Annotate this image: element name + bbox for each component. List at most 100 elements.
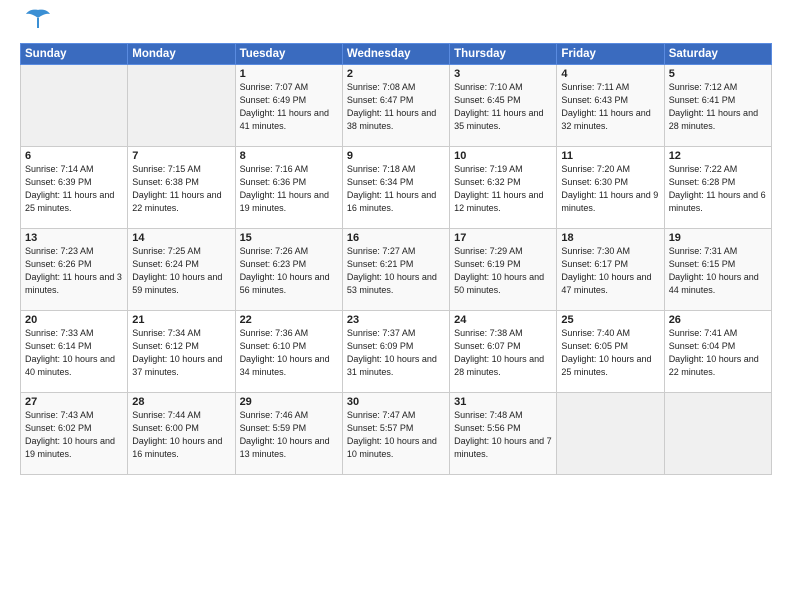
day-info: Sunrise: 7:36 AM Sunset: 6:10 PM Dayligh…	[240, 327, 338, 379]
day-info: Sunrise: 7:10 AM Sunset: 6:45 PM Dayligh…	[454, 81, 552, 133]
header	[20, 16, 772, 35]
calendar-cell: 31Sunrise: 7:48 AM Sunset: 5:56 PM Dayli…	[450, 393, 557, 475]
logo-bird-icon	[24, 8, 52, 35]
week-row-1: 1Sunrise: 7:07 AM Sunset: 6:49 PM Daylig…	[21, 65, 772, 147]
calendar-cell: 3Sunrise: 7:10 AM Sunset: 6:45 PM Daylig…	[450, 65, 557, 147]
page: SundayMondayTuesdayWednesdayThursdayFrid…	[0, 0, 792, 612]
calendar-cell: 25Sunrise: 7:40 AM Sunset: 6:05 PM Dayli…	[557, 311, 664, 393]
calendar-cell: 16Sunrise: 7:27 AM Sunset: 6:21 PM Dayli…	[342, 229, 449, 311]
day-number: 24	[454, 314, 552, 326]
weekday-header-row: SundayMondayTuesdayWednesdayThursdayFrid…	[21, 44, 772, 65]
day-number: 22	[240, 314, 338, 326]
calendar-cell: 8Sunrise: 7:16 AM Sunset: 6:36 PM Daylig…	[235, 147, 342, 229]
day-info: Sunrise: 7:38 AM Sunset: 6:07 PM Dayligh…	[454, 327, 552, 379]
day-number: 27	[25, 396, 123, 408]
day-number: 8	[240, 150, 338, 162]
day-info: Sunrise: 7:12 AM Sunset: 6:41 PM Dayligh…	[669, 81, 767, 133]
day-info: Sunrise: 7:40 AM Sunset: 6:05 PM Dayligh…	[561, 327, 659, 379]
day-info: Sunrise: 7:22 AM Sunset: 6:28 PM Dayligh…	[669, 163, 767, 215]
week-row-2: 6Sunrise: 7:14 AM Sunset: 6:39 PM Daylig…	[21, 147, 772, 229]
day-info: Sunrise: 7:16 AM Sunset: 6:36 PM Dayligh…	[240, 163, 338, 215]
weekday-header-sunday: Sunday	[21, 44, 128, 65]
calendar-cell: 30Sunrise: 7:47 AM Sunset: 5:57 PM Dayli…	[342, 393, 449, 475]
calendar-cell: 10Sunrise: 7:19 AM Sunset: 6:32 PM Dayli…	[450, 147, 557, 229]
calendar-cell: 17Sunrise: 7:29 AM Sunset: 6:19 PM Dayli…	[450, 229, 557, 311]
day-info: Sunrise: 7:23 AM Sunset: 6:26 PM Dayligh…	[25, 245, 123, 297]
calendar-cell: 7Sunrise: 7:15 AM Sunset: 6:38 PM Daylig…	[128, 147, 235, 229]
day-number: 23	[347, 314, 445, 326]
calendar-cell: 18Sunrise: 7:30 AM Sunset: 6:17 PM Dayli…	[557, 229, 664, 311]
day-number: 28	[132, 396, 230, 408]
day-number: 1	[240, 68, 338, 80]
weekday-header-tuesday: Tuesday	[235, 44, 342, 65]
logo	[20, 16, 52, 35]
day-number: 21	[132, 314, 230, 326]
day-info: Sunrise: 7:25 AM Sunset: 6:24 PM Dayligh…	[132, 245, 230, 297]
day-number: 13	[25, 232, 123, 244]
calendar-cell: 2Sunrise: 7:08 AM Sunset: 6:47 PM Daylig…	[342, 65, 449, 147]
calendar-cell: 13Sunrise: 7:23 AM Sunset: 6:26 PM Dayli…	[21, 229, 128, 311]
calendar-cell: 19Sunrise: 7:31 AM Sunset: 6:15 PM Dayli…	[664, 229, 771, 311]
calendar-cell: 22Sunrise: 7:36 AM Sunset: 6:10 PM Dayli…	[235, 311, 342, 393]
day-info: Sunrise: 7:44 AM Sunset: 6:00 PM Dayligh…	[132, 409, 230, 461]
weekday-header-monday: Monday	[128, 44, 235, 65]
calendar-cell: 28Sunrise: 7:44 AM Sunset: 6:00 PM Dayli…	[128, 393, 235, 475]
day-info: Sunrise: 7:47 AM Sunset: 5:57 PM Dayligh…	[347, 409, 445, 461]
day-info: Sunrise: 7:07 AM Sunset: 6:49 PM Dayligh…	[240, 81, 338, 133]
day-info: Sunrise: 7:15 AM Sunset: 6:38 PM Dayligh…	[132, 163, 230, 215]
day-number: 3	[454, 68, 552, 80]
weekday-header-wednesday: Wednesday	[342, 44, 449, 65]
day-info: Sunrise: 7:11 AM Sunset: 6:43 PM Dayligh…	[561, 81, 659, 133]
day-info: Sunrise: 7:08 AM Sunset: 6:47 PM Dayligh…	[347, 81, 445, 133]
day-info: Sunrise: 7:43 AM Sunset: 6:02 PM Dayligh…	[25, 409, 123, 461]
calendar-cell: 6Sunrise: 7:14 AM Sunset: 6:39 PM Daylig…	[21, 147, 128, 229]
week-row-4: 20Sunrise: 7:33 AM Sunset: 6:14 PM Dayli…	[21, 311, 772, 393]
calendar-cell	[21, 65, 128, 147]
weekday-header-thursday: Thursday	[450, 44, 557, 65]
day-info: Sunrise: 7:18 AM Sunset: 6:34 PM Dayligh…	[347, 163, 445, 215]
day-number: 26	[669, 314, 767, 326]
day-info: Sunrise: 7:19 AM Sunset: 6:32 PM Dayligh…	[454, 163, 552, 215]
day-info: Sunrise: 7:31 AM Sunset: 6:15 PM Dayligh…	[669, 245, 767, 297]
calendar-cell: 4Sunrise: 7:11 AM Sunset: 6:43 PM Daylig…	[557, 65, 664, 147]
day-number: 20	[25, 314, 123, 326]
calendar-cell: 20Sunrise: 7:33 AM Sunset: 6:14 PM Dayli…	[21, 311, 128, 393]
calendar-cell: 12Sunrise: 7:22 AM Sunset: 6:28 PM Dayli…	[664, 147, 771, 229]
calendar-cell: 1Sunrise: 7:07 AM Sunset: 6:49 PM Daylig…	[235, 65, 342, 147]
day-info: Sunrise: 7:14 AM Sunset: 6:39 PM Dayligh…	[25, 163, 123, 215]
calendar-cell: 26Sunrise: 7:41 AM Sunset: 6:04 PM Dayli…	[664, 311, 771, 393]
day-number: 12	[669, 150, 767, 162]
calendar-cell: 27Sunrise: 7:43 AM Sunset: 6:02 PM Dayli…	[21, 393, 128, 475]
day-info: Sunrise: 7:20 AM Sunset: 6:30 PM Dayligh…	[561, 163, 659, 215]
calendar-cell: 11Sunrise: 7:20 AM Sunset: 6:30 PM Dayli…	[557, 147, 664, 229]
day-number: 30	[347, 396, 445, 408]
day-number: 25	[561, 314, 659, 326]
calendar-table: SundayMondayTuesdayWednesdayThursdayFrid…	[20, 43, 772, 475]
weekday-header-saturday: Saturday	[664, 44, 771, 65]
day-number: 16	[347, 232, 445, 244]
day-info: Sunrise: 7:46 AM Sunset: 5:59 PM Dayligh…	[240, 409, 338, 461]
day-number: 15	[240, 232, 338, 244]
day-number: 5	[669, 68, 767, 80]
day-number: 7	[132, 150, 230, 162]
day-number: 11	[561, 150, 659, 162]
day-info: Sunrise: 7:48 AM Sunset: 5:56 PM Dayligh…	[454, 409, 552, 461]
day-number: 9	[347, 150, 445, 162]
calendar-cell: 5Sunrise: 7:12 AM Sunset: 6:41 PM Daylig…	[664, 65, 771, 147]
day-number: 31	[454, 396, 552, 408]
calendar-cell: 15Sunrise: 7:26 AM Sunset: 6:23 PM Dayli…	[235, 229, 342, 311]
day-info: Sunrise: 7:26 AM Sunset: 6:23 PM Dayligh…	[240, 245, 338, 297]
day-number: 14	[132, 232, 230, 244]
day-info: Sunrise: 7:29 AM Sunset: 6:19 PM Dayligh…	[454, 245, 552, 297]
day-number: 29	[240, 396, 338, 408]
day-number: 17	[454, 232, 552, 244]
day-number: 2	[347, 68, 445, 80]
calendar-cell: 24Sunrise: 7:38 AM Sunset: 6:07 PM Dayli…	[450, 311, 557, 393]
calendar-cell	[128, 65, 235, 147]
calendar-cell	[557, 393, 664, 475]
day-info: Sunrise: 7:34 AM Sunset: 6:12 PM Dayligh…	[132, 327, 230, 379]
calendar-cell: 9Sunrise: 7:18 AM Sunset: 6:34 PM Daylig…	[342, 147, 449, 229]
week-row-3: 13Sunrise: 7:23 AM Sunset: 6:26 PM Dayli…	[21, 229, 772, 311]
week-row-5: 27Sunrise: 7:43 AM Sunset: 6:02 PM Dayli…	[21, 393, 772, 475]
day-number: 4	[561, 68, 659, 80]
